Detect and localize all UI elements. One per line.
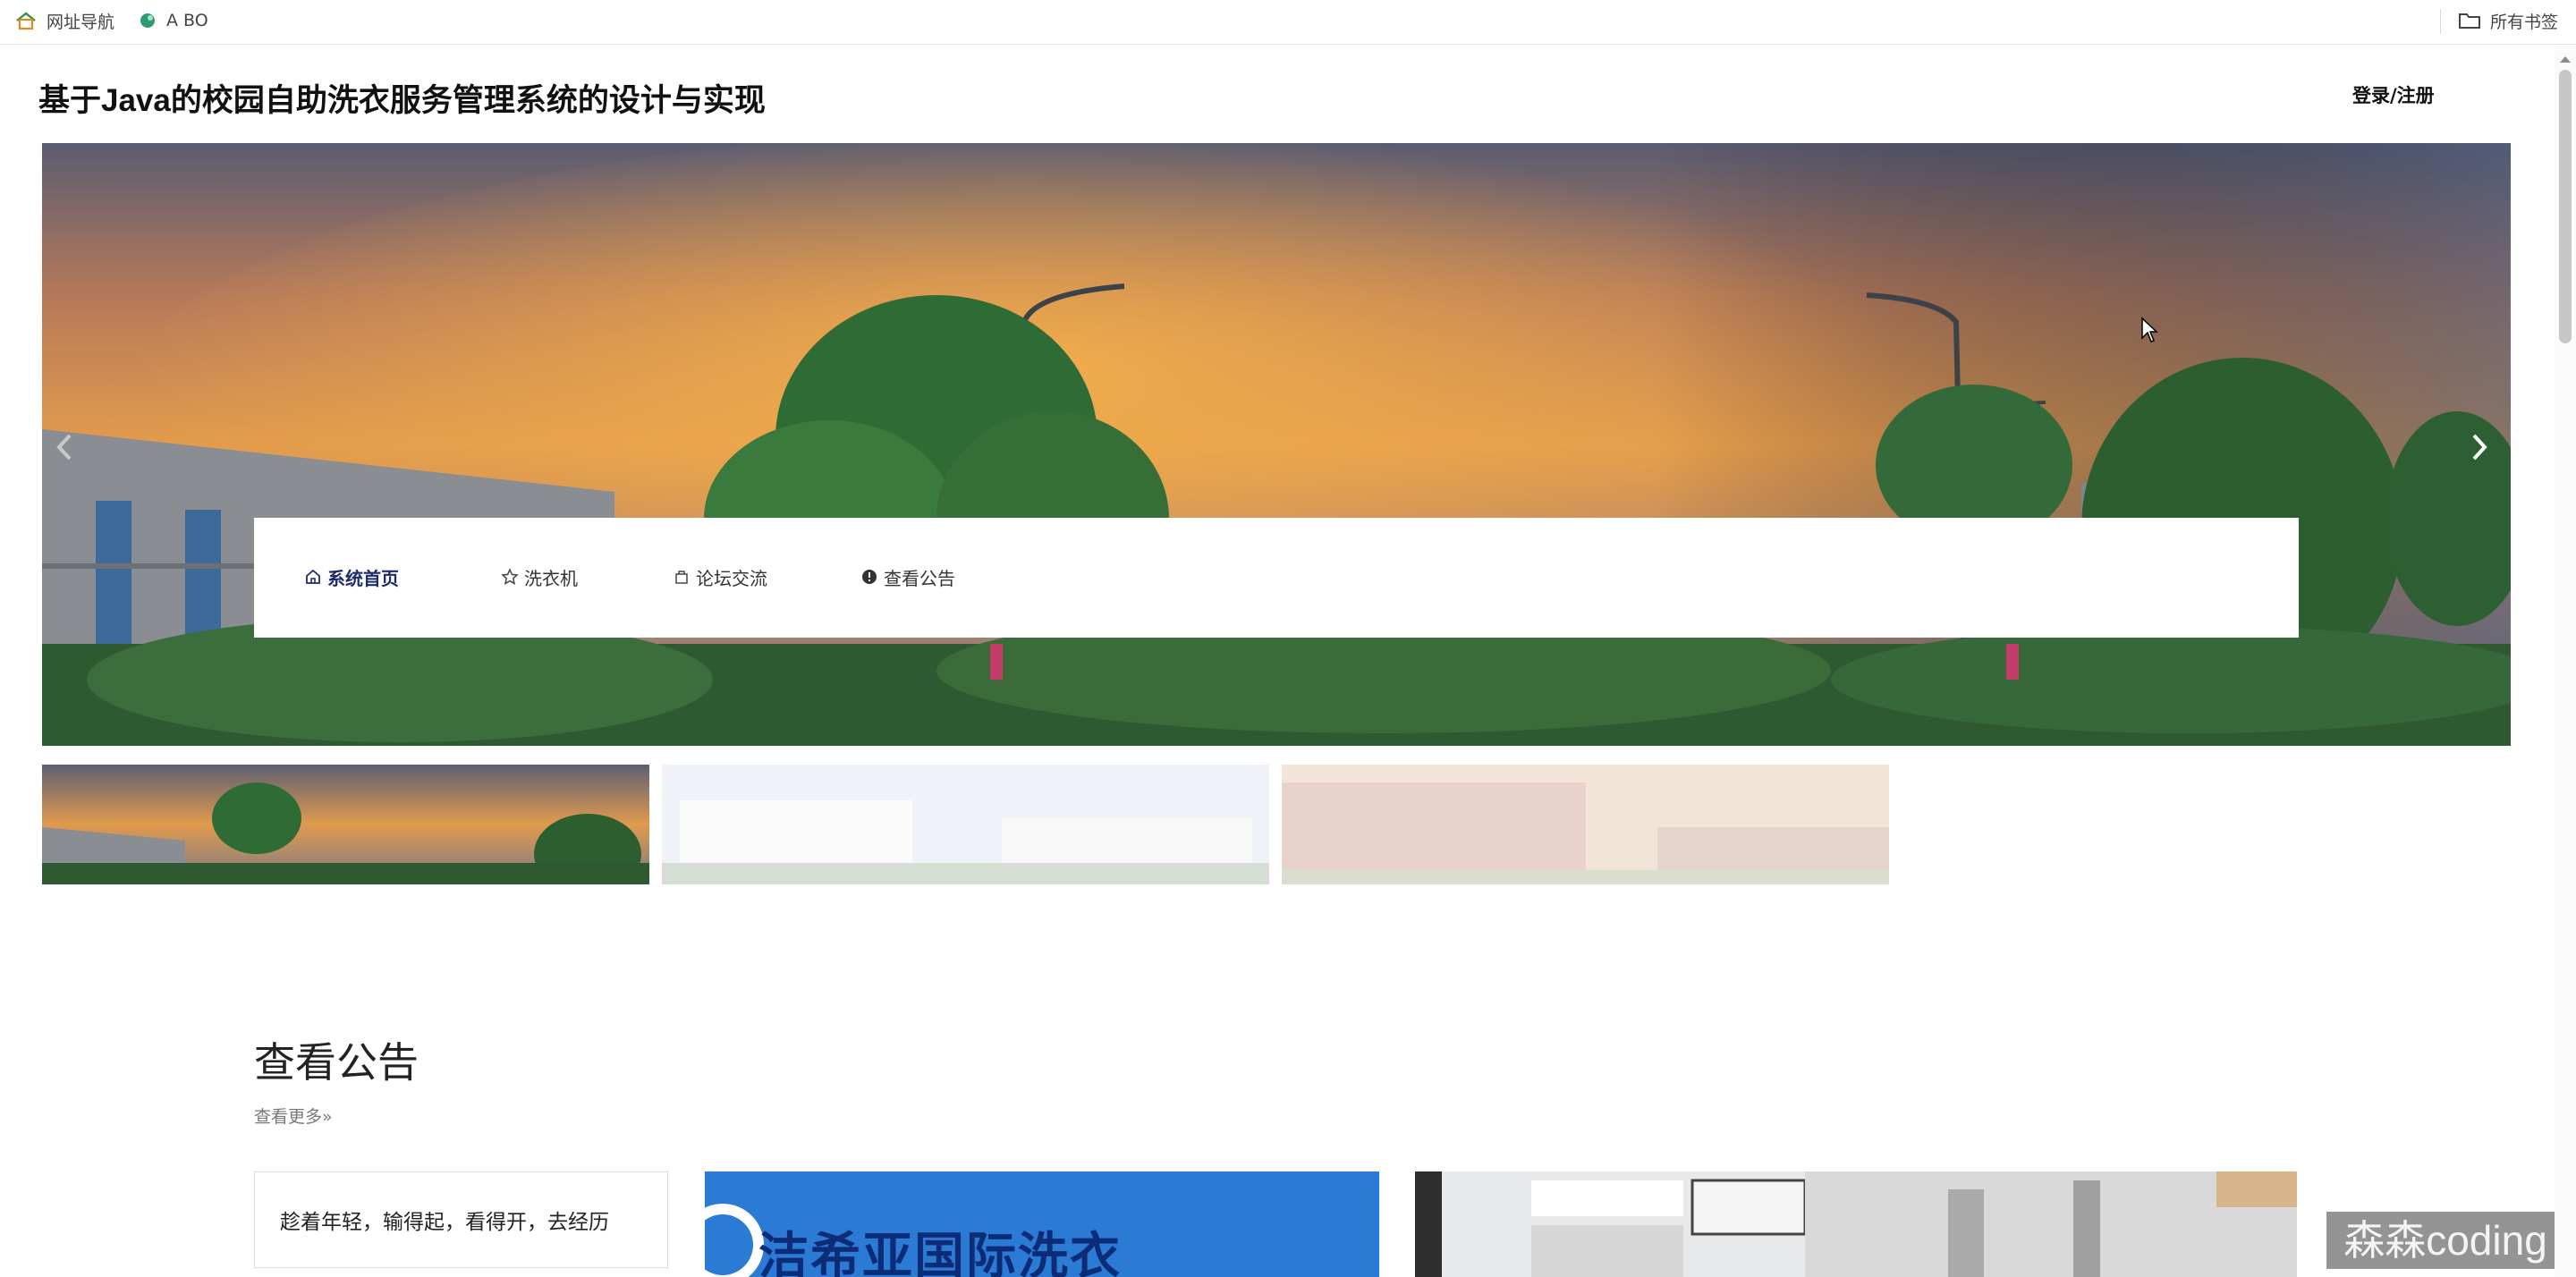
all-bookmarks[interactable]: 所有书签 <box>2458 7 2558 34</box>
thumb-image <box>42 765 649 884</box>
thumb-image <box>662 765 1269 884</box>
page-scrollbar[interactable] <box>2555 45 2576 1277</box>
notice-card[interactable]: 趁着年轻，输得起，看得开，去经历 <box>254 1171 668 1268</box>
carousel-next-button[interactable] <box>2457 420 2502 474</box>
bookmark-nav[interactable]: 网址导航 <box>14 7 114 34</box>
thumb-image <box>1282 765 1889 884</box>
notice-image-blurred[interactable] <box>1805 1171 2297 1277</box>
section-title-notices: 查看公告 <box>254 1039 419 1086</box>
laundry-room-image <box>1415 1171 1805 1277</box>
site-title: 基于Java的校园自助洗衣服务管理系统的设计与实现 <box>38 83 766 118</box>
notice-image-laundry-room[interactable] <box>1415 1171 1805 1277</box>
nav-item-washer[interactable]: 洗衣机 <box>501 562 578 592</box>
scroll-up-arrow-icon[interactable] <box>2555 52 2576 66</box>
blurred-image <box>1805 1171 2297 1277</box>
nav-item-home[interactable]: 系统首页 <box>304 562 399 592</box>
bookmarks-bar: 网址导航 A BO 所有书签 <box>0 0 2576 45</box>
home-icon <box>304 568 322 586</box>
nav-label: 洗衣机 <box>524 567 578 589</box>
main-nav: 系统首页 洗衣机 论坛交流 查看公告 <box>254 518 2299 638</box>
bird-icon <box>138 11 157 30</box>
home-icon <box>14 11 38 30</box>
carousel-thumb-3[interactable] <box>1282 765 1889 884</box>
all-bookmarks-label: 所有书签 <box>2490 12 2559 32</box>
see-more-link[interactable]: 查看更多» <box>254 1104 333 1128</box>
login-register-link[interactable]: 登录/注册 <box>2352 81 2435 108</box>
hero-carousel <box>42 143 2511 746</box>
bookmark-label: A BO <box>166 11 208 30</box>
carousel-thumb-1[interactable] <box>42 765 649 884</box>
nav-item-notice[interactable]: 查看公告 <box>860 562 955 592</box>
nav-label: 论坛交流 <box>696 567 767 589</box>
campus-sunset-image <box>42 143 2511 746</box>
notice-card-title: 趁着年轻，输得起，看得开，去经历 <box>280 1211 609 1234</box>
carousel-prev-button[interactable] <box>42 420 87 474</box>
carousel-thumb-2[interactable] <box>662 765 1269 884</box>
bookmark-abo[interactable]: A BO <box>138 7 208 34</box>
bag-icon <box>673 568 691 586</box>
watermark-text: 森森coding <box>2326 1212 2564 1269</box>
info-icon <box>860 568 878 586</box>
chevron-left-icon <box>55 433 73 461</box>
nav-label: 查看公告 <box>884 567 955 589</box>
nav-item-forum[interactable]: 论坛交流 <box>673 562 767 592</box>
chevron-right-icon <box>2470 433 2488 461</box>
nav-label: 系统首页 <box>327 567 399 589</box>
folder-icon <box>2458 11 2481 30</box>
notice-image-laundry-brand[interactable]: 洁希亚国际洗衣 <box>705 1171 1379 1277</box>
mouse-cursor-icon <box>2140 317 2158 347</box>
divider <box>2440 9 2441 34</box>
brand-text: 洁希亚国际洗衣 <box>758 1228 1122 1277</box>
bookmark-label: 网址导航 <box>47 12 115 32</box>
star-icon <box>501 568 519 586</box>
scrollbar-thumb[interactable] <box>2559 70 2572 343</box>
